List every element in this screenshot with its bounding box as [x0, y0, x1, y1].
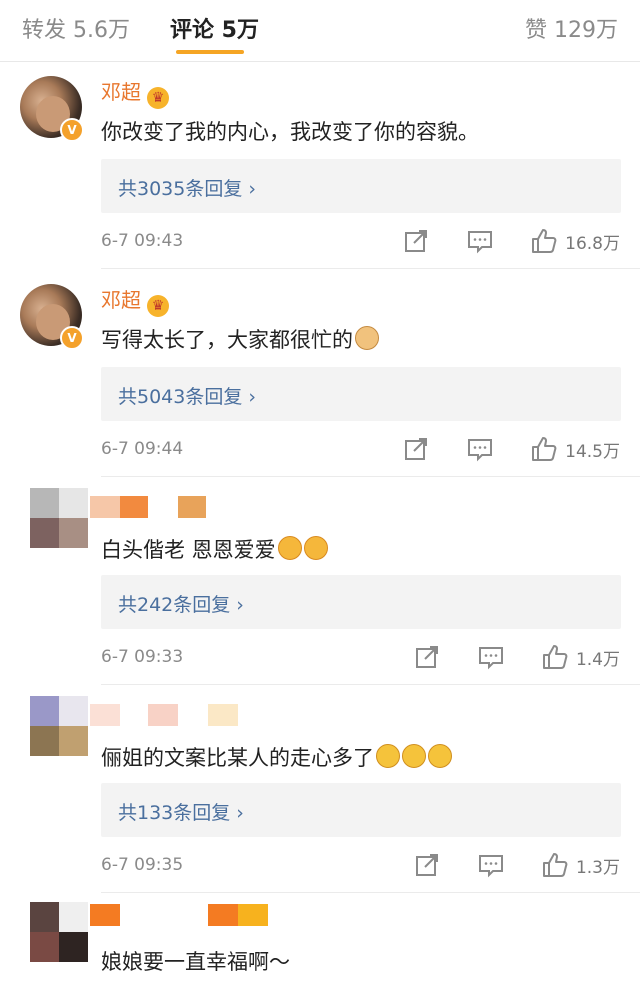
crown-icon: ♛ — [147, 87, 169, 109]
replies-link[interactable]: 共133条回复 — [118, 802, 230, 824]
crying-emoji-icon — [376, 744, 400, 768]
divider — [101, 268, 640, 269]
comment-time: 6-7 09:43 — [101, 231, 184, 251]
crying-emoji-icon — [402, 744, 426, 768]
replies-box[interactable]: 共5043条回复 › — [101, 367, 621, 421]
comment-text: 白头偕老 恩恩爱爱 — [101, 538, 276, 562]
comment-icon[interactable] — [478, 644, 504, 670]
active-tab-indicator — [176, 50, 244, 54]
chevron-right-icon: › — [248, 178, 256, 200]
replies-box[interactable]: 共3035条回复 › — [101, 159, 621, 213]
repost-icon[interactable] — [414, 852, 440, 878]
comment-icon[interactable] — [467, 436, 493, 462]
like-count: 14.5万 — [565, 441, 620, 462]
chevron-right-icon: › — [248, 386, 256, 408]
chevron-right-icon: › — [236, 594, 244, 616]
like-count: 16.8万 — [565, 233, 620, 254]
divider — [101, 476, 640, 477]
comment-item: V 邓超 ♛ 你改变了我的内心，我改变了你的容貌。 共3035条回复 › 6-7 0… — [0, 62, 640, 269]
comment-tabs: 转发 5.6万 评论 5万 赞 129万 — [0, 0, 640, 62]
divider — [101, 892, 640, 893]
comment-text: 你改变了我的内心，我改变了你的容貌。 — [101, 120, 479, 144]
comment-icon[interactable] — [478, 852, 504, 878]
avatar[interactable] — [30, 696, 88, 756]
doge-emoji-icon — [355, 326, 379, 350]
divider — [101, 684, 640, 685]
chevron-right-icon: › — [236, 802, 244, 824]
kiss-emoji-icon — [277, 536, 302, 560]
comment-text: 娘娘要一直幸福啊～ — [101, 950, 290, 974]
avatar[interactable] — [30, 902, 88, 962]
replies-link[interactable]: 共5043条回复 — [118, 386, 242, 408]
comment-item: 娘娘要一直幸福啊～ — [0, 894, 640, 990]
repost-icon[interactable] — [403, 436, 429, 462]
replies-link[interactable]: 共242条回复 — [118, 594, 230, 616]
comment-time: 6-7 09:44 — [101, 439, 184, 459]
repost-icon[interactable] — [414, 644, 440, 670]
comment-item: 白头偕老 恩恩爱爱 共242条回复 › 6-7 09:33 1.4万 — [0, 478, 640, 685]
comment-text: 俪姐的文案比某人的走心多了 — [101, 746, 374, 770]
crying-emoji-icon — [428, 744, 452, 768]
repost-icon[interactable] — [403, 228, 429, 254]
avatar[interactable] — [30, 488, 88, 548]
verified-badge-icon: V — [60, 118, 84, 142]
comment-time: 6-7 09:33 — [101, 647, 184, 667]
replies-box[interactable]: 共242条回复 › — [101, 575, 621, 629]
replies-box[interactable]: 共133条回复 › — [101, 783, 621, 837]
comment-item: V 邓超 ♛ 写得太长了，大家都很忙的 共5043条回复 › 6-7 09:44 1… — [0, 270, 640, 477]
comment-text: 写得太长了，大家都很忙的 — [101, 328, 353, 352]
tab-likes[interactable]: 赞 129万 — [525, 12, 618, 44]
thumbs-up-icon[interactable] — [542, 644, 568, 670]
verified-badge-icon: V — [60, 326, 84, 350]
thumbs-up-icon[interactable] — [542, 852, 568, 878]
comment-item: 俪姐的文案比某人的走心多了 共133条回复 › 6-7 09:35 1.3万 — [0, 686, 640, 893]
thumbs-up-icon[interactable] — [531, 228, 557, 254]
comment-icon[interactable] — [467, 228, 493, 254]
kiss-emoji-icon — [303, 536, 328, 560]
replies-link[interactable]: 共3035条回复 — [118, 178, 242, 200]
tab-comments[interactable]: 评论 5万 — [170, 12, 259, 44]
thumbs-up-icon[interactable] — [531, 436, 557, 462]
username[interactable]: 邓超 — [101, 288, 141, 312]
username[interactable]: 邓超 — [101, 80, 141, 104]
like-count: 1.4万 — [575, 649, 620, 670]
crown-icon: ♛ — [147, 295, 169, 317]
like-count: 1.3万 — [575, 857, 620, 878]
tab-reposts[interactable]: 转发 5.6万 — [22, 12, 130, 44]
comment-time: 6-7 09:35 — [101, 855, 184, 875]
